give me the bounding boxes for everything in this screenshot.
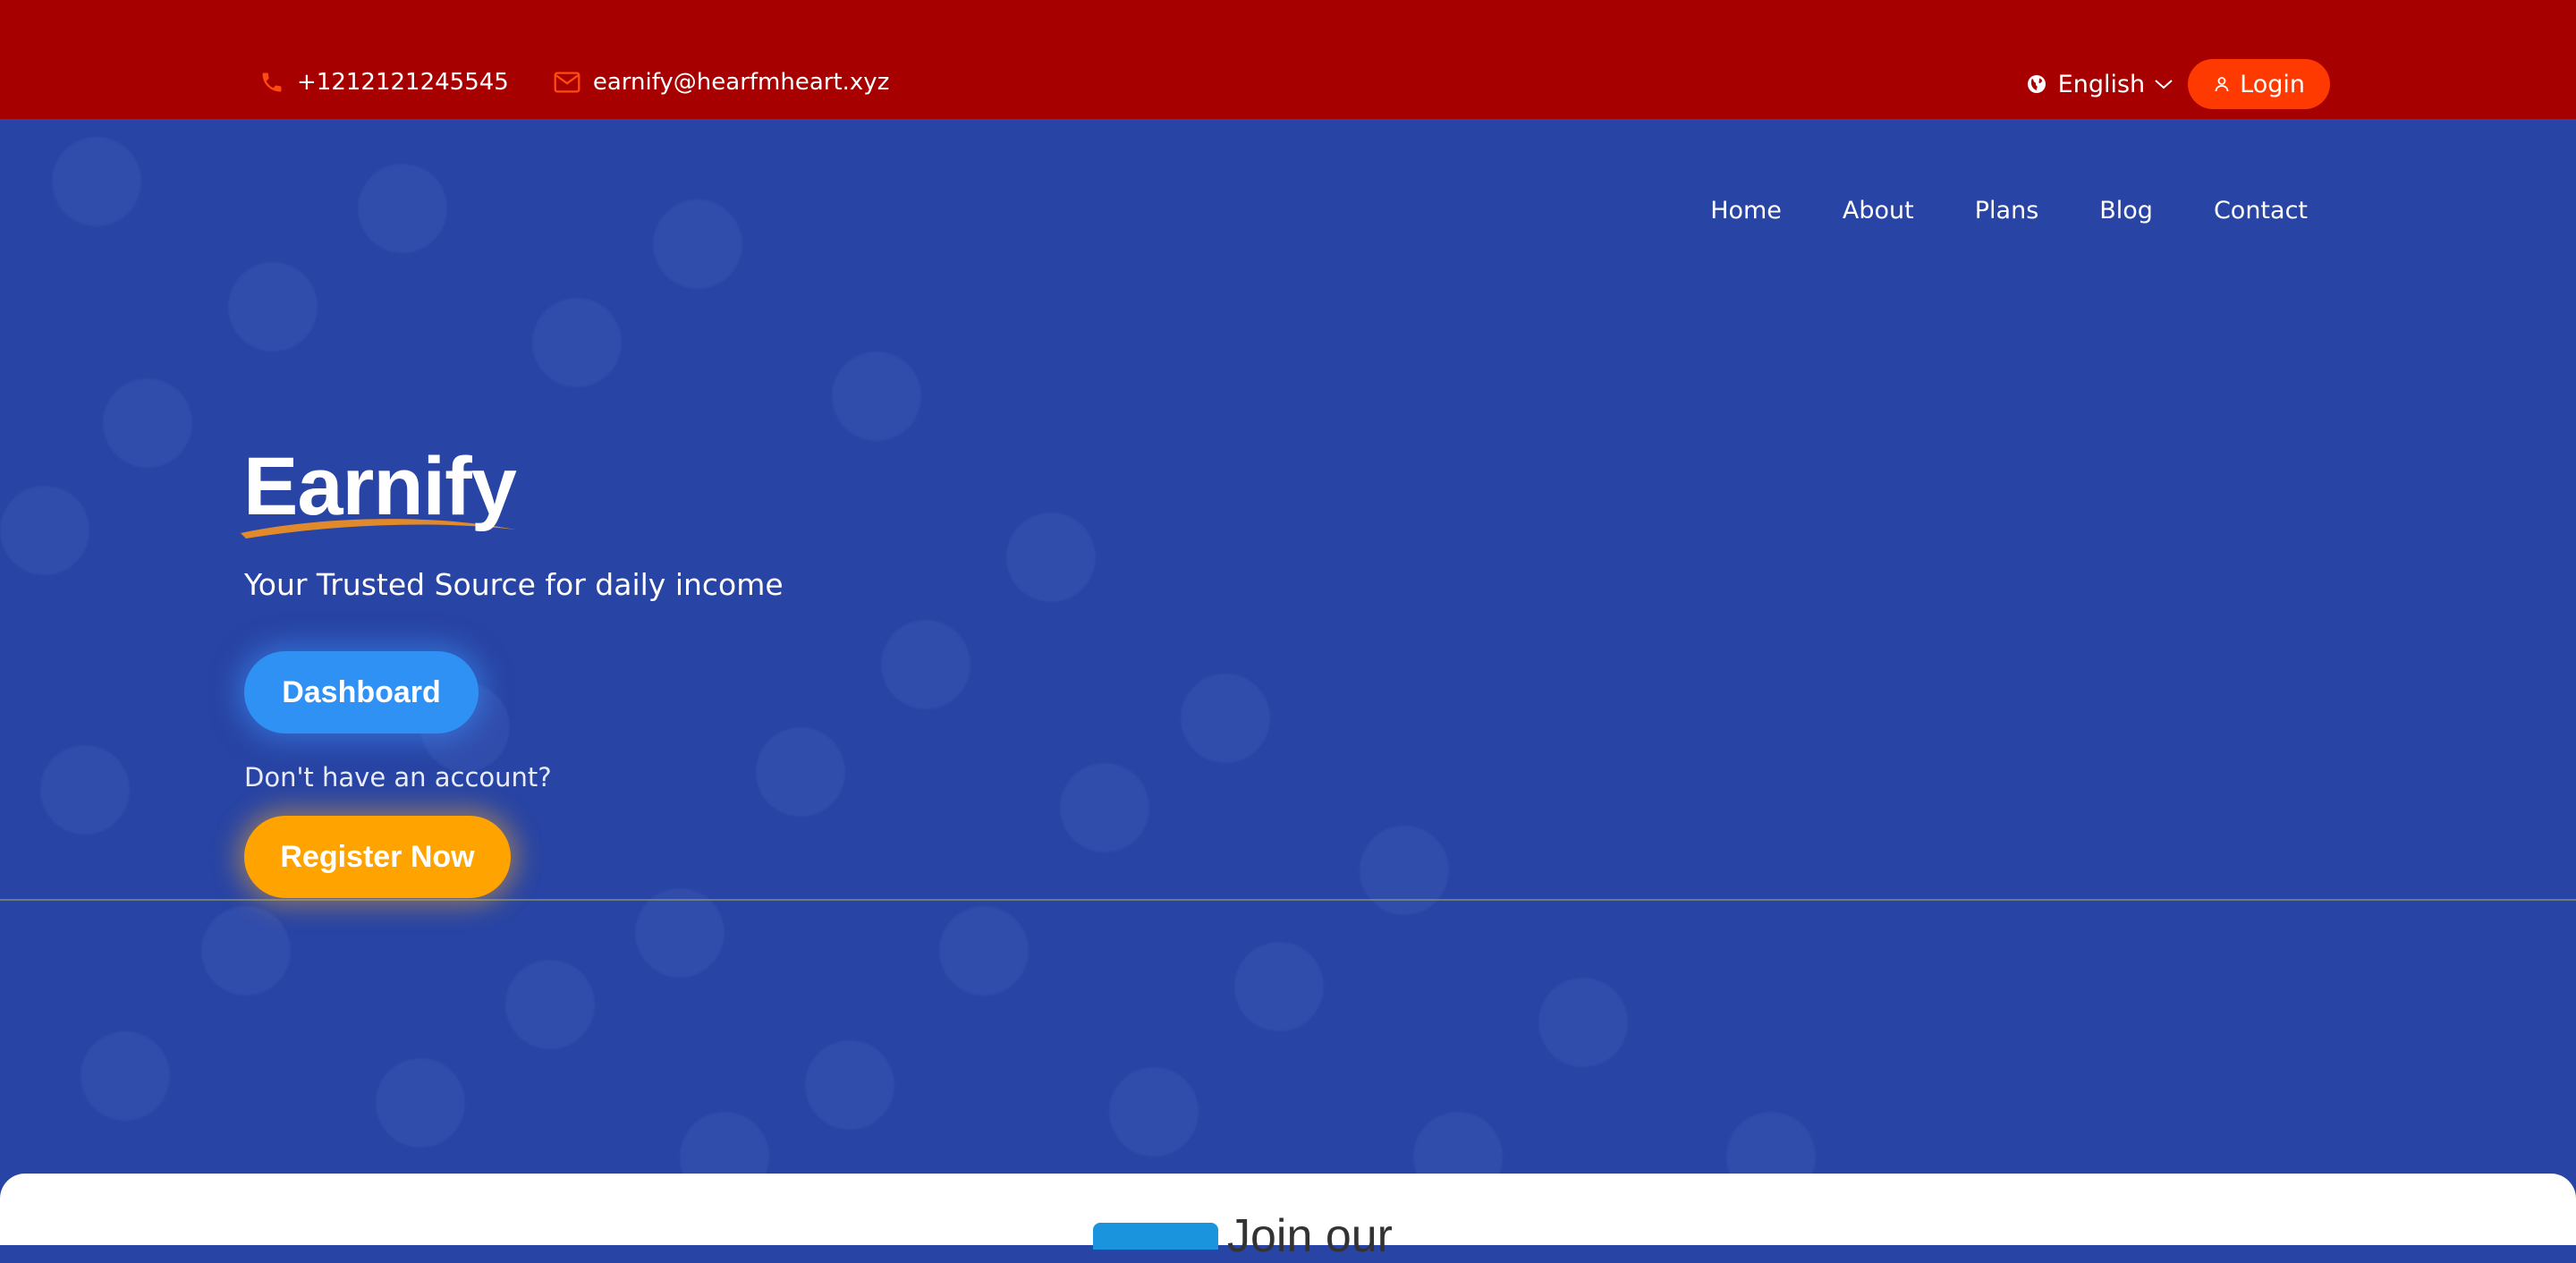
- background-blob: [1234, 942, 1324, 1031]
- background-blob: [228, 262, 318, 352]
- background-blob: [40, 745, 130, 835]
- next-section-panel: Join our: [0, 1174, 2576, 1262]
- background-blob: [635, 888, 724, 978]
- mail-icon: [554, 72, 580, 93]
- background-blob: [1538, 978, 1628, 1067]
- background-blob: [103, 378, 192, 468]
- background-blob: [939, 906, 1029, 996]
- background-blob: [1360, 826, 1449, 915]
- section-heading: Join our: [1227, 1210, 1393, 1262]
- phone-icon: [262, 72, 282, 92]
- background-blob: [505, 960, 595, 1049]
- background-blob: [52, 137, 141, 226]
- dashboard-button[interactable]: Dashboard: [244, 651, 479, 733]
- background-blob: [1181, 674, 1270, 763]
- background-blob: [1109, 1067, 1199, 1157]
- brand-title: Earnify: [243, 441, 517, 532]
- nav-item-home[interactable]: Home: [1710, 197, 1782, 225]
- section-badge: [1093, 1223, 1218, 1250]
- login-label: Login: [2240, 70, 2305, 98]
- phone-number: +1212121245545: [297, 69, 509, 96]
- contact-info: +1212121245545 earnify@hearfmheart.xyz: [259, 69, 934, 96]
- background-blob: [881, 620, 970, 709]
- background-blob: [680, 1112, 769, 1174]
- background-blob: [376, 1058, 465, 1148]
- background-blob: [1060, 763, 1149, 852]
- background-blob: [756, 727, 845, 817]
- register-now-button[interactable]: Register Now: [244, 816, 511, 898]
- email-address: earnify@hearfmheart.xyz: [592, 69, 890, 96]
- phone-contact[interactable]: +1212121245545: [259, 69, 509, 96]
- background-blob: [532, 298, 622, 387]
- topbar-actions: English Login: [2026, 59, 2330, 109]
- nav-item-about[interactable]: About: [1843, 197, 1914, 225]
- user-icon: [2215, 77, 2229, 92]
- background-blob: [1006, 513, 1096, 602]
- top-bar: +1212121245545 earnify@hearfmheart.xyz E…: [0, 0, 2576, 119]
- nav-item-plans[interactable]: Plans: [1975, 197, 2039, 225]
- email-contact[interactable]: earnify@hearfmheart.xyz: [554, 69, 890, 96]
- no-account-text: Don't have an account?: [244, 762, 552, 793]
- section-divider: [0, 899, 2576, 901]
- hero-section: [0, 119, 2576, 1174]
- background-blob: [653, 199, 742, 289]
- login-button[interactable]: Login: [2188, 59, 2330, 109]
- background-blob: [1413, 1112, 1503, 1174]
- background-blob: [80, 1031, 170, 1121]
- background-blob: [0, 486, 89, 575]
- language-selector[interactable]: English: [2026, 71, 2174, 98]
- nav-item-blog[interactable]: Blog: [2099, 197, 2153, 225]
- globe-icon: [2027, 75, 2046, 93]
- language-label: English: [2057, 70, 2146, 98]
- chevron-down-icon: [2155, 80, 2173, 89]
- background-blob: [358, 164, 447, 253]
- background-blob: [832, 352, 921, 441]
- main-nav: Home About Plans Blog Contact: [1710, 197, 2308, 225]
- background-blob: [805, 1040, 894, 1130]
- nav-item-contact[interactable]: Contact: [2214, 197, 2308, 225]
- background-blob: [1726, 1112, 1816, 1174]
- hero-tagline: Your Trusted Source for daily income: [244, 567, 784, 602]
- background-blob: [201, 906, 291, 996]
